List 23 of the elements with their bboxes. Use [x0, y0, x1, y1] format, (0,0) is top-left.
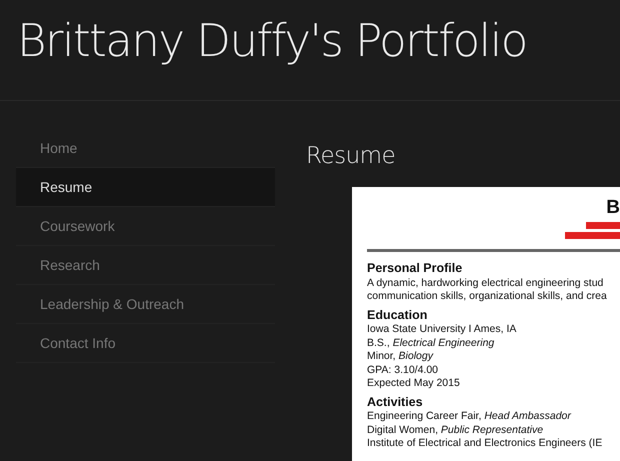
resume-line: Expected May 2015	[367, 377, 460, 390]
nav-item[interactable]: Coursework	[16, 207, 275, 246]
resume-line: Digital Women, Public Representative	[367, 424, 544, 437]
redaction-bar	[565, 232, 620, 239]
nav-item[interactable]: Leadership & Outreach	[16, 285, 275, 324]
page-heading: Resume	[306, 143, 396, 169]
site-title: Brittany Duffy's Portfolio	[17, 14, 527, 67]
resume-line: Iowa State University I Ames, IA	[367, 323, 516, 336]
nav-item[interactable]: Contact Info	[16, 324, 275, 363]
nav-item[interactable]: Research	[16, 246, 275, 285]
resume-line: B.S., Electrical Engineering	[367, 336, 494, 350]
resume-line: Engineering Career Fair, Head Ambassador	[367, 410, 571, 424]
resume-line: GPA: 3.10/4.00	[367, 364, 438, 377]
resume-line: A dynamic, hardworking electrical engineering stud	[367, 276, 604, 290]
resume-line: Minor, Biology	[367, 350, 433, 364]
resume-line: Institute of Electrical and Electronics Engineers (IE	[367, 437, 602, 450]
resume-name-initial: B	[606, 197, 620, 219]
section-heading: Activities	[367, 394, 423, 408]
section-heading: Personal Profile	[367, 261, 462, 275]
resume-line: communication skills, organizational skills, and crea	[367, 290, 607, 304]
nav-item[interactable]: Resume	[16, 168, 275, 207]
section-heading: Education	[367, 308, 428, 322]
redaction-bar	[586, 222, 620, 229]
